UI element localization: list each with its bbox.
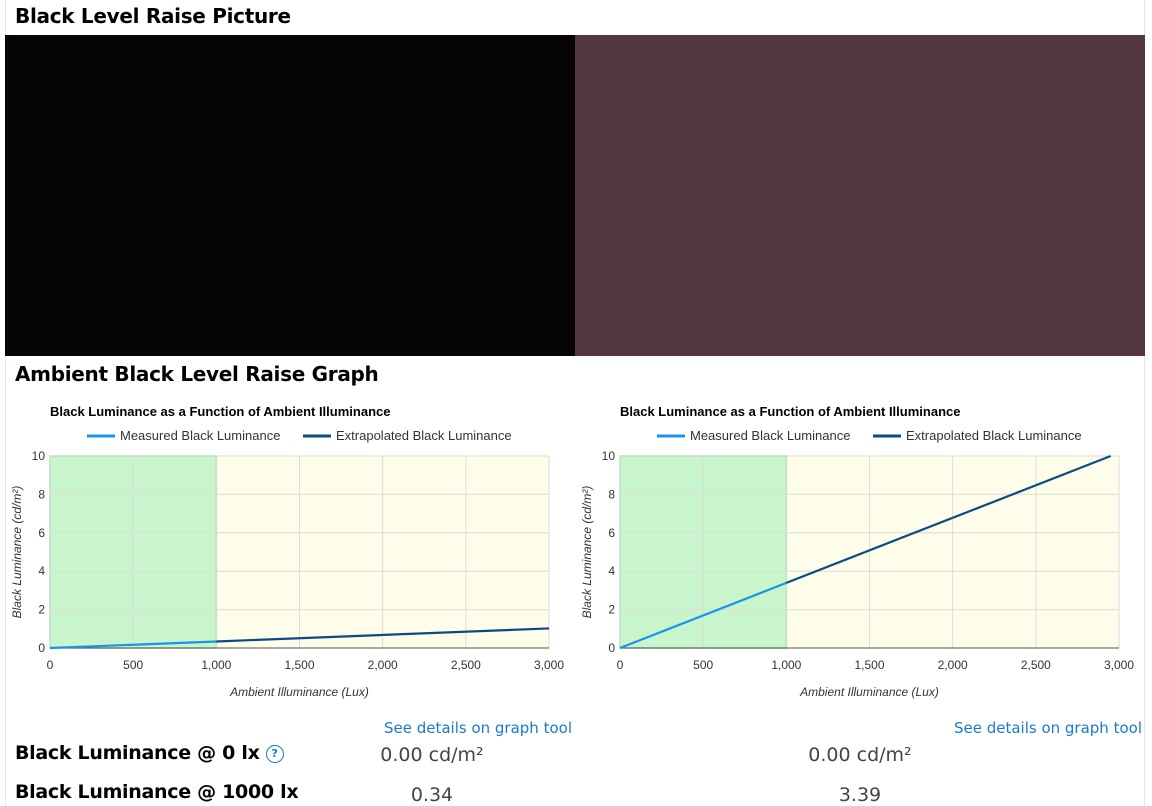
x-tick-label: 500 [123,658,143,672]
x-tick-label: 2,000 [368,658,398,672]
x-axis-title: Ambient Illuminance (Lux) [229,685,369,699]
x-tick-label: 1,500 [284,658,314,672]
y-tick-label: 6 [608,526,615,540]
x-tick-label: 2,000 [938,658,968,672]
graph-section-title: Ambient Black Level Raise Graph [15,362,379,386]
black-luminance-chart-right: 0 500 1,000 1,500 2,000 2,500 3,000 0 2 4 6 8 10 Ambi… [575,400,1145,700]
value-0lx-left: 0.00 cd/m² [380,744,484,766]
picture-section-title: Black Level Raise Picture [15,4,291,28]
y-tick-label: 6 [38,526,45,540]
graph-tool-link-right[interactable]: See details on graph tool [954,719,1142,737]
y-tick-label: 10 [32,449,46,463]
y-tick-label: 2 [38,603,45,617]
x-tick-label: 3,000 [1104,658,1134,672]
x-tick-label: 500 [693,658,713,672]
y-tick-label: 0 [608,641,615,655]
legend-label: Extrapolated Black Luminance [906,428,1082,443]
x-tick-label: 1,500 [854,658,884,672]
row-label-black-luminance-1000lx: Black Luminance @ 1000 lx [15,781,299,803]
legend-label: Extrapolated Black Luminance [336,428,512,443]
black-luminance-chart-left: 0 500 1,000 1,500 2,000 2,500 3,000 0 2 4 6 8 10 Ambi… [5,400,575,700]
value-1000lx-right: 3.39 [838,784,882,806]
y-tick-label: 8 [38,487,45,501]
y-tick-label: 10 [602,449,616,463]
x-tick-label: 0 [47,658,54,672]
x-tick-label: 2,500 [451,658,481,672]
x-axis-title: Ambient Illuminance (Lux) [799,685,939,699]
x-tick-label: 3,000 [534,658,564,672]
x-tick-label: 2,500 [1021,658,1051,672]
legend-label: Measured Black Luminance [690,428,850,443]
chart-svg: 0 500 1,000 1,500 2,000 2,500 3,000 0 2 4 6 8 10 Ambi… [10,404,564,699]
x-tick-label: 1,000 [771,658,801,672]
x-tick-label: 0 [617,658,624,672]
y-axis-title: Black Luminance (cd/m²) [580,486,594,619]
y-tick-label: 4 [608,564,615,578]
value-0lx-right: 0.00 cd/m² [808,744,912,766]
row-label-text: Black Luminance @ 0 lx [15,742,260,764]
y-axis-title: Black Luminance (cd/m²) [10,486,24,619]
black-level-picture-right [575,35,1145,356]
y-tick-label: 4 [38,564,45,578]
y-tick-label: 8 [608,487,615,501]
row-label-black-luminance-0lx: Black Luminance @ 0 lx? [15,742,284,764]
value-1000lx-left: 0.34 [410,784,454,806]
y-tick-label: 0 [38,641,45,655]
y-tick-label: 2 [608,603,615,617]
x-tick-label: 1,000 [201,658,231,672]
graph-tool-link-left[interactable]: See details on graph tool [384,719,572,737]
chart-title: Black Luminance as a Function of Ambient… [50,404,390,419]
chart-title: Black Luminance as a Function of Ambient… [620,404,960,419]
legend-label: Measured Black Luminance [120,428,280,443]
chart-svg: 0 500 1,000 1,500 2,000 2,500 3,000 0 2 4 6 8 10 Ambi… [580,404,1134,699]
black-level-picture-left [5,35,575,356]
question-circle-icon[interactable]: ? [265,745,284,763]
